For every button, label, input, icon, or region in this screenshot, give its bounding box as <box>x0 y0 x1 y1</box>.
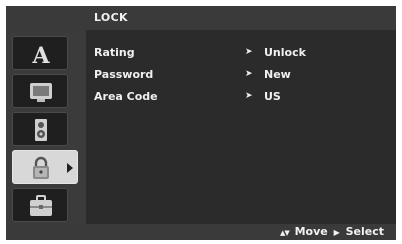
tab-audio[interactable] <box>12 112 68 146</box>
selected-tab-arrow-icon <box>67 163 73 173</box>
osd-setup-menu: LOCK A Rating ➤ Unlock Password ➤ New Ar… <box>6 6 396 240</box>
setting-label: Area Code <box>94 90 158 103</box>
tab-others[interactable] <box>12 188 68 222</box>
category-sidebar: A <box>6 30 86 224</box>
setting-row-password[interactable]: Password ➤ New <box>94 68 394 84</box>
tab-lock[interactable] <box>12 150 78 184</box>
setting-row-area-code[interactable]: Area Code ➤ US <box>94 90 394 106</box>
pointer-icon: ➤ <box>245 91 253 101</box>
setting-value: Unlock <box>264 46 306 59</box>
pointer-icon: ➤ <box>245 47 253 57</box>
tab-language[interactable]: A <box>12 36 68 70</box>
select-arrow-icon: ▶ <box>333 228 340 237</box>
pointer-icon: ➤ <box>245 69 253 79</box>
setting-row-rating[interactable]: Rating ➤ Unlock <box>94 46 394 62</box>
page-title: LOCK <box>94 11 128 24</box>
setting-value: New <box>264 68 291 81</box>
select-hint-label: Select <box>345 225 384 238</box>
settings-panel: Rating ➤ Unlock Password ➤ New Area Code… <box>86 30 396 224</box>
tab-display[interactable] <box>12 74 68 108</box>
footer-hint-bar: ▲▼ Move ▶ Select <box>6 224 396 240</box>
audio-icon <box>35 119 47 141</box>
others-icon <box>30 195 52 216</box>
lock-icon <box>33 156 49 179</box>
language-icon: A <box>31 43 50 66</box>
svg-text:A: A <box>31 43 50 66</box>
move-arrows-icon: ▲▼ <box>279 229 290 237</box>
menu-header: LOCK <box>6 6 396 30</box>
setting-value: US <box>264 90 281 103</box>
navigation-hint: ▲▼ Move ▶ Select <box>280 225 386 238</box>
move-hint-label: Move <box>294 225 328 238</box>
display-icon <box>30 83 52 102</box>
setting-label: Rating <box>94 46 135 59</box>
setting-label: Password <box>94 68 154 81</box>
